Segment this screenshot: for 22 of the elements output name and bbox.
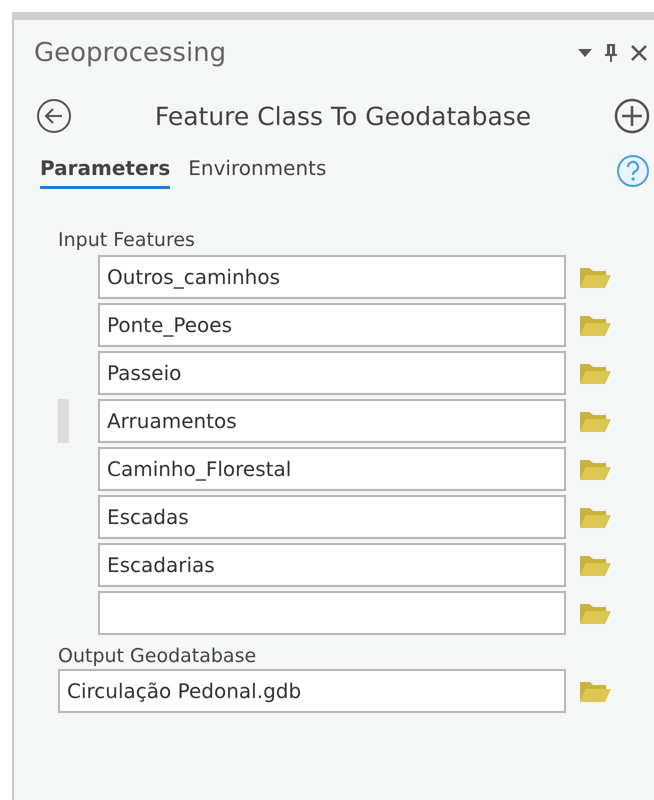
input-field[interactable]: Circulação Pedonal.gdb xyxy=(58,669,566,713)
drag-handle[interactable] xyxy=(58,399,69,443)
input-field[interactable] xyxy=(98,591,566,635)
input-field[interactable]: Passeio xyxy=(98,351,566,395)
input-field[interactable]: Outros_caminhos xyxy=(98,255,566,299)
tool-title: Feature Class To Geodatabase xyxy=(154,102,532,130)
input-field[interactable]: Arruamentos xyxy=(98,399,566,443)
field-label: Input Features xyxy=(58,229,196,251)
help-icon[interactable] xyxy=(616,154,650,188)
input-field[interactable]: Caminho_Florestal xyxy=(98,447,566,491)
input-field[interactable]: Ponte_Peoes xyxy=(98,303,566,347)
close-icon[interactable] xyxy=(630,44,648,62)
back-icon[interactable] xyxy=(36,98,72,134)
input-field[interactable]: Escadas xyxy=(98,495,566,539)
tab[interactable]: Parameters xyxy=(40,152,170,189)
input-field[interactable]: Escadarias xyxy=(98,543,566,587)
tab[interactable]: Environments xyxy=(188,152,326,189)
dropdown-icon[interactable] xyxy=(578,49,592,57)
field-label: Output Geodatabase xyxy=(58,645,258,667)
pane-title: Geoprocessing xyxy=(34,38,228,68)
add-icon[interactable] xyxy=(614,98,650,134)
pin-icon[interactable] xyxy=(604,43,618,63)
